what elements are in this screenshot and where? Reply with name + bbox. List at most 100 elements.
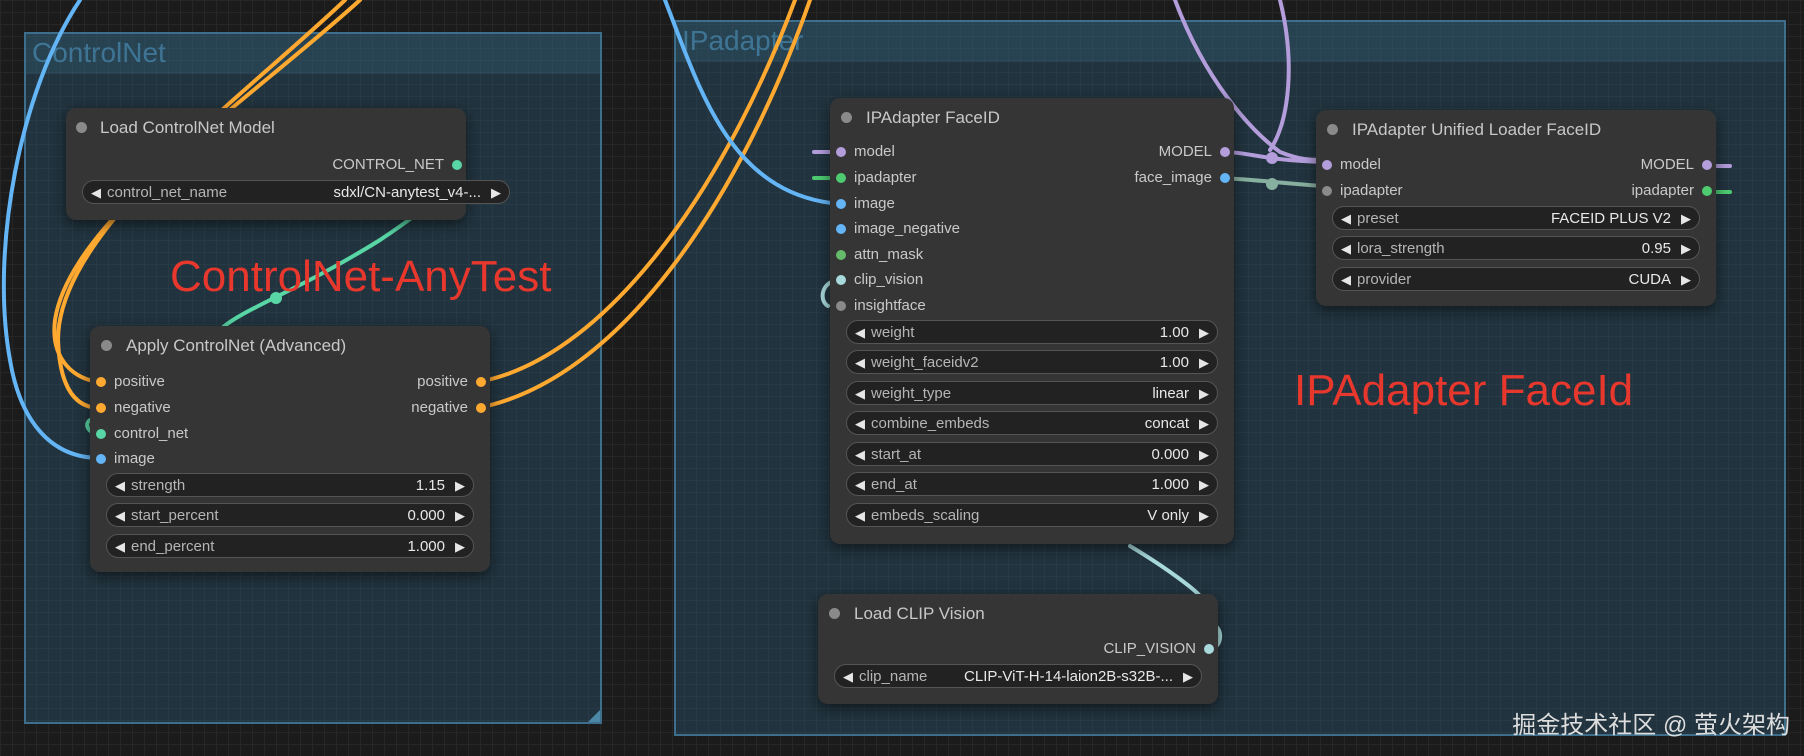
input-dot[interactable] — [96, 403, 106, 413]
node-title[interactable]: IPAdapter FaceID — [830, 98, 1234, 138]
output-face-image[interactable]: face_image — [1134, 167, 1232, 189]
output-dot[interactable] — [1702, 160, 1712, 170]
decrement-arrow-icon[interactable]: ◀ — [855, 504, 865, 528]
widget-weight-faceidv2[interactable]: ◀ weight_faceidv2 1.00 ▶ — [846, 350, 1218, 374]
increment-arrow-icon[interactable]: ▶ — [1681, 268, 1691, 292]
node-ipadapter-unified-loader-faceid[interactable]: IPAdapter Unified Loader FaceID model ip… — [1316, 110, 1716, 306]
output-dot[interactable] — [476, 403, 486, 413]
widget-weight[interactable]: ◀ weight 1.00 ▶ — [846, 320, 1218, 344]
increment-arrow-icon[interactable]: ▶ — [1199, 443, 1209, 467]
input-ipadapter[interactable]: ipadapter — [834, 167, 917, 189]
output-clip-vision[interactable]: CLIP_VISION — [1103, 638, 1216, 660]
output-dot[interactable] — [1220, 173, 1230, 183]
output-model[interactable]: MODEL — [1159, 141, 1232, 163]
input-model[interactable]: model — [1320, 154, 1381, 176]
increment-arrow-icon[interactable]: ▶ — [455, 535, 465, 559]
node-title[interactable]: IPAdapter Unified Loader FaceID — [1316, 110, 1716, 150]
increment-arrow-icon[interactable]: ▶ — [1199, 321, 1209, 345]
decrement-arrow-icon[interactable]: ◀ — [855, 321, 865, 345]
increment-arrow-icon[interactable]: ▶ — [1199, 412, 1209, 436]
input-image-negative[interactable]: image_negative — [834, 218, 960, 240]
input-attn-mask[interactable]: attn_mask — [834, 244, 923, 266]
node-title[interactable]: Apply ControlNet (Advanced) — [90, 326, 490, 366]
decrement-arrow-icon[interactable]: ◀ — [855, 412, 865, 436]
node-load-controlnet-model[interactable]: Load ControlNet Model CONTROL_NET ◀ cont… — [66, 108, 510, 220]
widget-start-at[interactable]: ◀ start_at 0.000 ▶ — [846, 442, 1218, 466]
decrement-arrow-icon[interactable]: ◀ — [1341, 237, 1351, 261]
input-dot[interactable] — [96, 454, 106, 464]
output-dot[interactable] — [1204, 644, 1214, 654]
input-image[interactable]: image — [834, 193, 895, 215]
widget-start-percent[interactable]: ◀ start_percent 0.000 ▶ — [106, 503, 474, 527]
increment-arrow-icon[interactable]: ▶ — [1681, 207, 1691, 231]
input-dot[interactable] — [96, 429, 106, 439]
input-dot[interactable] — [1322, 186, 1332, 196]
widget-provider[interactable]: ◀ provider CUDA ▶ — [1332, 267, 1700, 291]
widget-weight-type[interactable]: ◀ weight_type linear ▶ — [846, 381, 1218, 405]
decrement-arrow-icon[interactable]: ◀ — [1341, 207, 1351, 231]
input-control-net[interactable]: control_net — [94, 423, 188, 445]
node-title[interactable]: Load ControlNet Model — [66, 108, 466, 148]
decrement-arrow-icon[interactable]: ◀ — [855, 351, 865, 375]
decrement-arrow-icon[interactable]: ◀ — [1341, 268, 1351, 292]
output-dot[interactable] — [452, 160, 462, 170]
output-positive[interactable]: positive — [417, 371, 488, 393]
output-control-net[interactable]: CONTROL_NET — [332, 154, 464, 176]
widget-value: 0.95 — [1641, 240, 1671, 257]
input-ipadapter[interactable]: ipadapter — [1320, 180, 1403, 202]
decrement-arrow-icon[interactable]: ◀ — [91, 181, 101, 205]
increment-arrow-icon[interactable]: ▶ — [455, 474, 465, 498]
increment-arrow-icon[interactable]: ▶ — [1199, 382, 1209, 406]
decrement-arrow-icon[interactable]: ◀ — [115, 504, 125, 528]
input-image[interactable]: image — [94, 448, 155, 470]
input-dot[interactable] — [1322, 160, 1332, 170]
widget-label: end_percent — [131, 538, 215, 555]
input-dot[interactable] — [96, 377, 106, 387]
node-load-clip-vision[interactable]: Load CLIP Vision CLIP_VISION ◀ clip_name… — [818, 594, 1218, 704]
input-dot[interactable] — [836, 173, 846, 183]
input-dot[interactable] — [836, 275, 846, 285]
decrement-arrow-icon[interactable]: ◀ — [855, 443, 865, 467]
output-ipadapter[interactable]: ipadapter — [1631, 180, 1714, 202]
output-negative[interactable]: negative — [411, 397, 488, 419]
input-positive[interactable]: positive — [94, 371, 165, 393]
slot-label: model — [1340, 156, 1381, 173]
increment-arrow-icon[interactable]: ▶ — [491, 181, 501, 205]
output-dot[interactable] — [1220, 147, 1230, 157]
decrement-arrow-icon[interactable]: ◀ — [855, 473, 865, 497]
increment-arrow-icon[interactable]: ▶ — [1681, 237, 1691, 261]
increment-arrow-icon[interactable]: ▶ — [1199, 351, 1209, 375]
output-dot[interactable] — [1702, 186, 1712, 196]
decrement-arrow-icon[interactable]: ◀ — [843, 665, 853, 689]
increment-arrow-icon[interactable]: ▶ — [1199, 504, 1209, 528]
input-dot[interactable] — [836, 301, 846, 311]
decrement-arrow-icon[interactable]: ◀ — [855, 382, 865, 406]
input-dot[interactable] — [836, 147, 846, 157]
decrement-arrow-icon[interactable]: ◀ — [115, 535, 125, 559]
input-dot[interactable] — [836, 199, 846, 209]
input-negative[interactable]: negative — [94, 397, 171, 419]
increment-arrow-icon[interactable]: ▶ — [1183, 665, 1193, 689]
widget-end-at[interactable]: ◀ end_at 1.000 ▶ — [846, 472, 1218, 496]
widget-end-percent[interactable]: ◀ end_percent 1.000 ▶ — [106, 534, 474, 558]
node-apply-controlnet-advanced[interactable]: Apply ControlNet (Advanced) positive neg… — [90, 326, 490, 572]
widget-lora-strength[interactable]: ◀ lora_strength 0.95 ▶ — [1332, 236, 1700, 260]
increment-arrow-icon[interactable]: ▶ — [1199, 473, 1209, 497]
input-model[interactable]: model — [834, 141, 895, 163]
widget-combine-embeds[interactable]: ◀ combine_embeds concat ▶ — [846, 411, 1218, 435]
increment-arrow-icon[interactable]: ▶ — [455, 504, 465, 528]
widget-strength[interactable]: ◀ strength 1.15 ▶ — [106, 473, 474, 497]
input-insightface[interactable]: insightface — [834, 295, 926, 317]
widget-control-net-name[interactable]: ◀ control_net_name sdxl/CN-anytest_v4-..… — [82, 180, 510, 204]
output-dot[interactable] — [476, 377, 486, 387]
widget-preset[interactable]: ◀ preset FACEID PLUS V2 ▶ — [1332, 206, 1700, 230]
input-dot[interactable] — [836, 250, 846, 260]
input-dot[interactable] — [836, 224, 846, 234]
output-model[interactable]: MODEL — [1641, 154, 1714, 176]
widget-clip-name[interactable]: ◀ clip_name CLIP-ViT-H-14-laion2B-s32B-.… — [834, 664, 1202, 688]
widget-embeds-scaling[interactable]: ◀ embeds_scaling V only ▶ — [846, 503, 1218, 527]
node-ipadapter-faceid[interactable]: IPAdapter FaceID model ipadapter image i… — [830, 98, 1234, 544]
input-clip-vision[interactable]: clip_vision — [834, 269, 923, 291]
decrement-arrow-icon[interactable]: ◀ — [115, 474, 125, 498]
node-title[interactable]: Load CLIP Vision — [818, 594, 1218, 634]
